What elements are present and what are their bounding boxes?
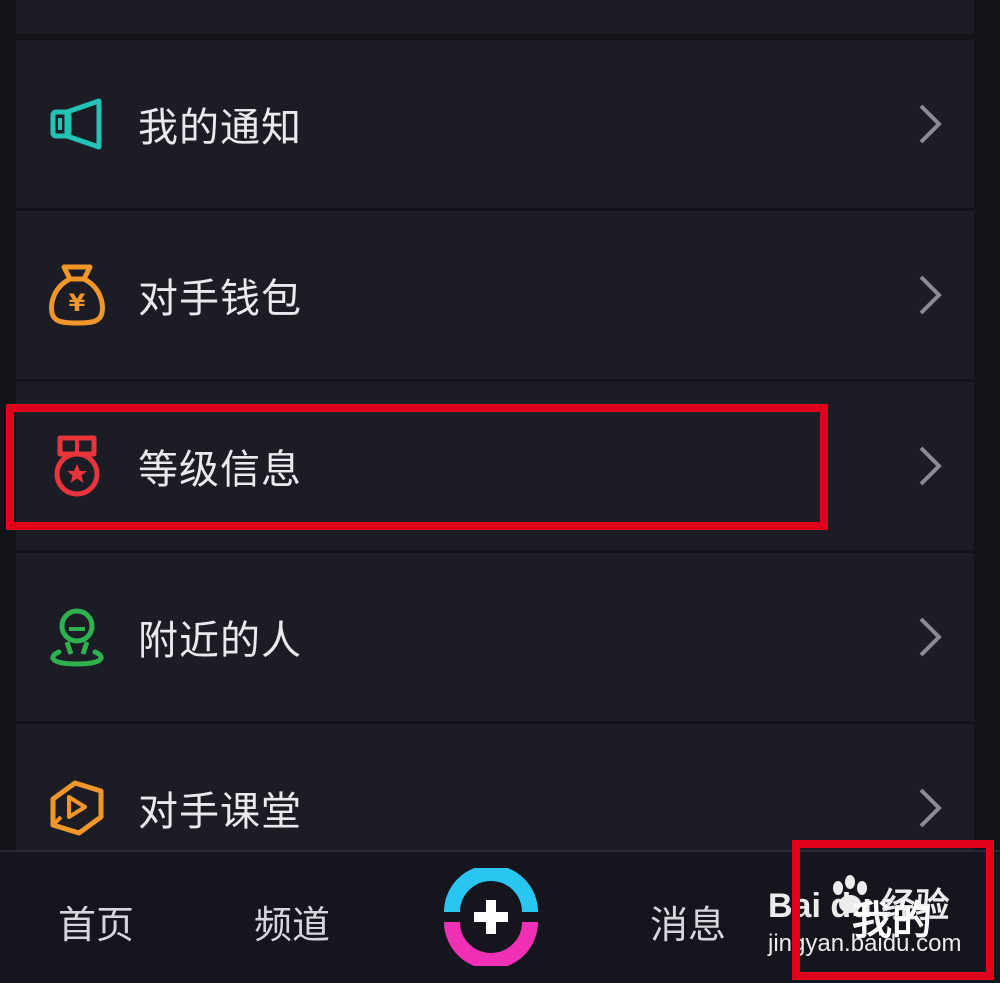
menu-item-wallet[interactable]: ¥ 对手钱包 — [16, 211, 974, 379]
money-bag-icon: ¥ — [44, 262, 110, 328]
tab-messages[interactable]: 消息 — [650, 894, 726, 949]
menu-item-label: 我的通知 — [138, 105, 302, 151]
menu-item-label: 附近的人 — [138, 618, 302, 664]
menu-item-label: 对手钱包 — [138, 276, 302, 322]
chevron-right-icon — [919, 617, 942, 657]
person-location-icon — [44, 604, 110, 670]
menu-item-level-info[interactable]: 等级信息 — [16, 382, 974, 550]
profile-screen: 我的通知 ¥ 对手钱包 等级信息 附近的人 对手课堂 首页 频道 消息 我的 B… — [0, 0, 1000, 983]
classroom-play-icon — [44, 775, 110, 841]
chevron-right-icon — [919, 446, 942, 486]
svg-text:¥: ¥ — [69, 289, 86, 317]
previous-row-edge — [16, 0, 974, 34]
tab-home[interactable]: 首页 — [58, 894, 134, 949]
chevron-right-icon — [919, 104, 942, 144]
paw-icon — [833, 875, 867, 913]
baidu-watermark: Bai du 经验 jingyan.baidu.com — [768, 875, 962, 964]
watermark-url: jingyan.baidu.com — [768, 930, 962, 957]
menu-item-label: 等级信息 — [138, 447, 302, 493]
medal-icon — [44, 433, 110, 499]
megaphone-icon — [44, 91, 110, 157]
chevron-right-icon — [919, 788, 942, 828]
menu-item-label: 对手课堂 — [138, 789, 302, 835]
chevron-right-icon — [919, 275, 942, 315]
plus-icon[interactable] — [442, 868, 540, 966]
tab-channel[interactable]: 频道 — [254, 894, 330, 949]
menu-item-nearby-people[interactable]: 附近的人 — [16, 553, 974, 721]
menu-item-notifications[interactable]: 我的通知 — [16, 40, 974, 208]
